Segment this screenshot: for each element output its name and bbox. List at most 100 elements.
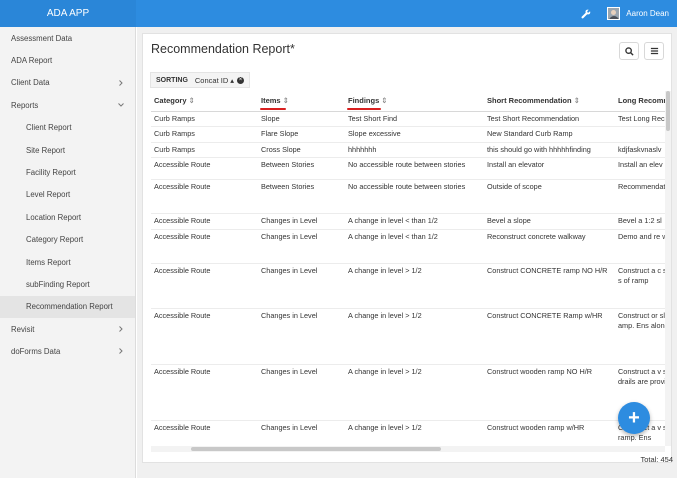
report-table: Category ⇕ Items ⇕ Findings ⇕ Short Recommenda… — [151, 91, 665, 446]
column-header-findings[interactable]: Findings ⇕ — [345, 91, 484, 112]
sidebar-item-ada-report[interactable]: ADA Report — [0, 49, 135, 71]
sidebar-item-label: Level Report — [26, 190, 71, 200]
chevron-right-icon — [116, 324, 126, 334]
table-row[interactable]: Curb Ramps Cross Slope hhhhhhh this should … — [151, 142, 665, 158]
sidebar-item-level-report[interactable]: Level Report — [0, 184, 135, 206]
table-cell: Accessible Route — [151, 213, 258, 230]
sidebar-item-subfinding-report[interactable]: subFinding Report — [0, 273, 135, 295]
table-cell: Accessible Route — [151, 308, 258, 365]
table-row[interactable]: Accessible Route Changes in Level A change… — [151, 308, 665, 365]
table-cell: Slope excessive — [345, 126, 484, 143]
table-row[interactable]: Curb Ramps Slope Test Short Find Test Short… — [151, 111, 665, 127]
total-count: Total: 454 — [640, 455, 673, 464]
sidebar-item-client-data[interactable]: Client Data — [0, 72, 135, 94]
add-button[interactable]: + — [618, 402, 650, 434]
column-header-items[interactable]: Items ⇕ — [258, 91, 345, 112]
vertical-scroll-thumb[interactable] — [666, 91, 670, 131]
column-header-label: Category — [154, 96, 187, 106]
sidebar-item-doforms-data[interactable]: doForms Data — [0, 340, 135, 362]
table-cell: Curb Ramps — [151, 126, 258, 143]
wrench-icon[interactable] — [579, 7, 593, 21]
table-row[interactable]: Curb Ramps Flare Slope Slope excessive New … — [151, 126, 665, 143]
table-cell: kdjfaskvnaslv — [615, 142, 665, 158]
column-header-category[interactable]: Category ⇕ — [151, 91, 258, 112]
table-cell: Outside of scope — [484, 179, 615, 214]
main-area: Recommendation Report* SORTING Concat ID… — [137, 27, 677, 478]
sidebar-item-site-report[interactable]: Site Report — [0, 139, 135, 161]
page-title: Recommendation Report* — [151, 42, 295, 56]
sort-chip[interactable]: Concat ID ▴ × — [195, 76, 245, 85]
sidebar-item-location-report[interactable]: Location Report — [0, 206, 135, 228]
sidebar-item-category-report[interactable]: Category Report — [0, 229, 135, 251]
table-cell: No accessible route between stories — [345, 157, 484, 180]
table-row[interactable]: Accessible Route Between Stories No access… — [151, 157, 665, 180]
table-cell: No accessible route between stories — [345, 179, 484, 214]
table-cell: Changes in Level — [258, 263, 345, 309]
sidebar-item-facility-report[interactable]: Facility Report — [0, 161, 135, 183]
table-cell: Accessible Route — [151, 364, 258, 421]
table-cell: Cross Slope — [258, 142, 345, 158]
table-row[interactable]: Accessible Route Changes in Level A change… — [151, 263, 665, 309]
sort-direction-icon[interactable]: ▴ — [230, 76, 234, 85]
sidebar-item-label: Revisit — [11, 324, 35, 334]
sort-icon[interactable]: ⇕ — [283, 96, 289, 105]
vertical-scrollbar[interactable] — [665, 91, 671, 446]
table-cell: A change in level < than 1/2 — [345, 229, 484, 264]
table-cell: A change in level > 1/2 — [345, 308, 484, 365]
table-cell: Reconstruct concrete walkway — [484, 229, 615, 264]
table-cell: A change in level > 1/2 — [345, 364, 484, 421]
chevron-right-icon — [116, 78, 126, 88]
sidebar-item-label: subFinding Report — [26, 279, 90, 289]
annotation-underline — [347, 107, 381, 110]
sort-icon[interactable]: ⇕ — [189, 96, 195, 105]
menu-button[interactable] — [644, 42, 664, 60]
table-cell: Changes in Level — [258, 229, 345, 264]
table-cell: New Standard Curb Ramp — [484, 126, 615, 143]
close-icon[interactable]: × — [237, 76, 245, 84]
table-row[interactable]: Accessible Route Changes in Level A change… — [151, 364, 665, 421]
column-header-short-recommendation[interactable]: Short Recommendation ⇕ — [484, 91, 615, 112]
table-cell: Construct wooden ramp w/HR — [484, 420, 615, 446]
table-cell: Changes in Level — [258, 213, 345, 230]
sidebar-item-items-report[interactable]: Items Report — [0, 251, 135, 273]
table-cell: Changes in Level — [258, 308, 345, 365]
table-header-row: Category ⇕ Items ⇕ Findings ⇕ Short Recommenda… — [151, 91, 665, 112]
horizontal-scroll-thumb[interactable] — [191, 447, 441, 451]
sort-icon[interactable]: ⇕ — [574, 96, 580, 105]
column-header-label: Findings — [348, 96, 380, 106]
sidebar-item-assessment-data[interactable]: Assessment Data — [0, 27, 135, 49]
table-cell: Install an elev — [615, 157, 665, 180]
sidebar-item-label: Client Data — [11, 78, 50, 88]
table-cell: Accessible Route — [151, 229, 258, 264]
horizontal-scrollbar[interactable] — [151, 446, 665, 452]
sidebar-item-label: Site Report — [26, 145, 66, 155]
table-row[interactable]: Accessible Route Changes in Level A change… — [151, 213, 665, 230]
sidebar-item-client-report[interactable]: Client Report — [0, 117, 135, 139]
avatar[interactable] — [607, 7, 621, 20]
table-cell: Construct a c slope not gre and at each … — [615, 263, 665, 309]
column-header-long-recomm[interactable]: Long Recomm — [615, 91, 665, 112]
sidebar-item-label: Items Report — [26, 257, 71, 267]
table-cell: hhhhhhh — [345, 142, 484, 158]
table-cell: Accessible Route — [151, 179, 258, 214]
table-cell: Test Short Recommendation — [484, 111, 615, 127]
table-cell: this should go with hhhhhfinding — [484, 142, 615, 158]
table-row[interactable]: Accessible Route Between Stories No access… — [151, 179, 665, 214]
table-body: Curb Ramps Slope Test Short Find Test Short… — [151, 111, 665, 446]
table-row[interactable]: Accessible Route Changes in Level A change… — [151, 229, 665, 264]
sidebar-item-revisit[interactable]: Revisit — [0, 318, 135, 340]
sidebar-item-reports[interactable]: Reports — [0, 94, 135, 116]
table-cell: Construct CONCRETE Ramp w/HR — [484, 308, 615, 365]
user-name[interactable]: Aaron Dean — [626, 9, 669, 18]
table-cell: Changes in Level — [258, 364, 345, 421]
sidebar-item-label: doForms Data — [11, 347, 61, 357]
sort-icon[interactable]: ⇕ — [381, 96, 387, 105]
sorting-label: SORTING — [156, 76, 188, 84]
sidebar-item-label: Category Report — [26, 235, 84, 245]
app-title[interactable]: ADA APP — [0, 0, 136, 27]
table-row[interactable]: Accessible Route Changes in Level A change… — [151, 420, 665, 446]
sidebar-item-recommendation-report[interactable]: Recommendation Report — [0, 295, 135, 319]
table-cell: Recommendat assessment. A is possible to — [615, 179, 665, 214]
search-button[interactable] — [619, 42, 639, 60]
sidebar-item-label: Recommendation Report — [26, 302, 113, 312]
